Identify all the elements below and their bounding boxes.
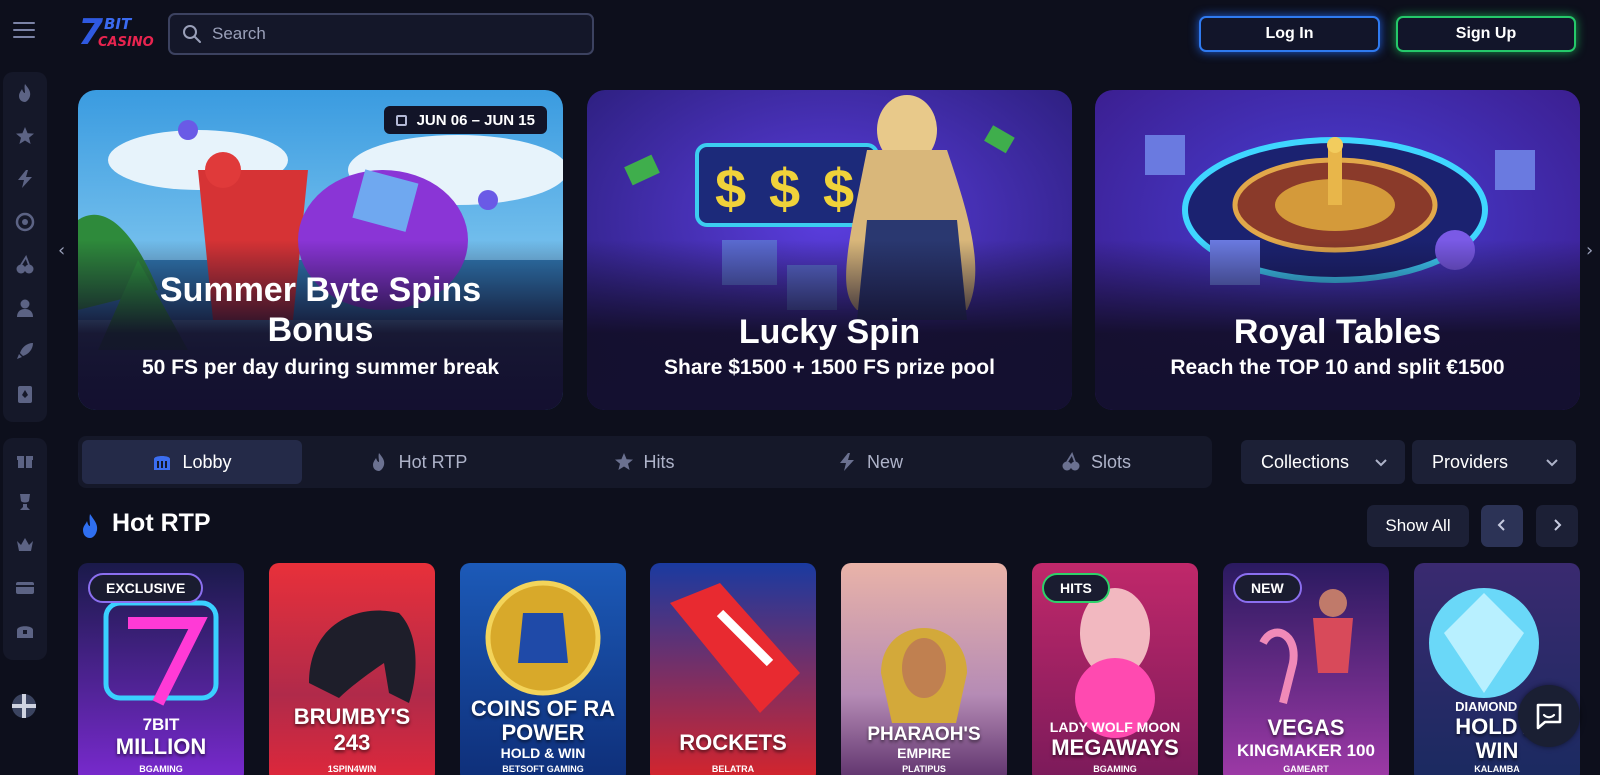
- search-box[interactable]: [168, 13, 594, 55]
- lightning-icon: [839, 453, 854, 471]
- game-title-line2: EMPIRE: [897, 745, 951, 761]
- tab-hot-rtp[interactable]: Hot RTP: [308, 440, 528, 484]
- game-title: ROCKETS: [679, 730, 787, 755]
- rocket-icon[interactable]: [3, 330, 47, 373]
- game-title: BRUMBY'S: [293, 704, 411, 729]
- tab-lobby[interactable]: Lobby: [82, 440, 302, 484]
- banner-title: Royal Tables: [1233, 313, 1442, 351]
- game-provider: BETSOFT GAMING: [502, 764, 584, 774]
- banner-subtitle: 50 FS per day during summer break: [141, 356, 500, 379]
- category-tabs: Lobby Hot RTP Hits New Slots: [78, 436, 1212, 488]
- sidebar-rewards: [3, 438, 47, 660]
- game-title-line2: 243: [333, 730, 371, 755]
- carousel-prev-button[interactable]: [1481, 505, 1523, 547]
- gift-icon[interactable]: [3, 438, 47, 481]
- live-chat-button[interactable]: [1518, 685, 1580, 747]
- calendar-icon: [395, 114, 407, 126]
- left-sidebar: [0, 68, 56, 775]
- sidebar-categories: [3, 72, 47, 422]
- banner-next-arrow-icon[interactable]: ›: [1586, 240, 1600, 261]
- game-title: VEGAS: [1267, 715, 1345, 740]
- date-badge: JUN 06 – JUN 15: [383, 106, 547, 134]
- game-title-line2: MEGAWAYS: [1051, 735, 1179, 760]
- crown-icon[interactable]: [3, 524, 47, 567]
- new-badge: NEW: [1233, 573, 1302, 603]
- uk-flag-icon[interactable]: [12, 694, 36, 718]
- banner-title: Lucky Spin: [738, 313, 921, 351]
- show-all-button[interactable]: Show All: [1367, 505, 1469, 547]
- signup-button[interactable]: Sign Up: [1396, 16, 1576, 52]
- svg-text:$: $: [715, 157, 746, 220]
- chevron-left-icon: [1497, 518, 1505, 531]
- game-card[interactable]: PHARAOH'S EMPIRE PLATIPUS: [841, 563, 1007, 775]
- game-provider: BELATRA: [711, 764, 755, 774]
- cherries-icon: [1062, 452, 1080, 471]
- banner-subtitle: Share $1500 + 1500 FS prize pool: [664, 356, 995, 379]
- chevron-down-icon: [1546, 459, 1558, 467]
- game-title: COINS OF RA: [470, 696, 616, 721]
- game-provider: GAMEART: [1283, 764, 1329, 774]
- game-title-line2: MILLION: [115, 734, 207, 759]
- 7bit-casino-logo[interactable]: 7 BIT CASINO: [78, 13, 154, 55]
- game-provider: 1SPIN4WIN: [327, 764, 377, 774]
- game-provider: PLATIPUS: [902, 764, 946, 774]
- game-title-line2: POWER: [501, 720, 585, 745]
- tab-new[interactable]: New: [760, 440, 980, 484]
- game-card[interactable]: COINS OF RA POWER HOLD & WIN BETSOFT GAM…: [460, 563, 626, 775]
- lightning-icon[interactable]: [3, 158, 47, 201]
- svg-text:$: $: [769, 157, 800, 220]
- lobby-icon: [154, 456, 171, 470]
- chat-bubble-icon: [1536, 703, 1562, 730]
- game-title: PHARAOH'S: [867, 724, 981, 745]
- cards-icon[interactable]: [3, 373, 47, 416]
- casino-page: 7 BIT CASINO Log In Sign Up: [0, 0, 1600, 775]
- game-card[interactable]: BRUMBY'S 243 1SPIN4WIN: [269, 563, 435, 775]
- chevron-down-icon: [1375, 459, 1387, 467]
- tab-slots[interactable]: Slots: [986, 440, 1206, 484]
- target-icon[interactable]: [3, 201, 47, 244]
- game-card[interactable]: ROCKETS BELATRA: [650, 563, 816, 775]
- star-icon: [614, 453, 633, 470]
- exclusive-badge: EXCLUSIVE: [88, 573, 204, 603]
- game-provider: BGAMING: [1093, 764, 1137, 774]
- game-title: 7BIT: [142, 715, 180, 734]
- banner-title-line2: Bonus: [267, 311, 374, 349]
- search-input[interactable]: [212, 24, 572, 44]
- fire-icon: [372, 453, 384, 471]
- cherries-icon[interactable]: [3, 244, 47, 287]
- blue-flame-icon: [83, 514, 98, 538]
- banner-subtitle: Reach the TOP 10 and split €1500: [1170, 356, 1505, 379]
- login-button[interactable]: Log In: [1199, 16, 1380, 52]
- collections-dropdown[interactable]: Collections: [1241, 440, 1405, 484]
- section-title: Hot RTP: [112, 509, 211, 537]
- banner-title: Summer Byte Spins: [159, 271, 482, 309]
- promo-banner-royal-tables[interactable]: Royal Tables Reach the TOP 10 and split …: [1095, 90, 1580, 410]
- hits-badge: HITS: [1042, 573, 1110, 603]
- game-title-line2: KINGMAKER 100: [1237, 741, 1375, 760]
- banner-prev-arrow-icon[interactable]: ‹: [58, 240, 72, 261]
- game-title-line3: HOLD & WIN: [500, 745, 586, 761]
- hamburger-menu-icon[interactable]: [13, 22, 35, 44]
- game-card[interactable]: HITS LADY WOLF MOON MEGAWAYS BGAMING: [1032, 563, 1198, 775]
- star-icon[interactable]: [3, 115, 47, 158]
- fire-icon[interactable]: [3, 72, 47, 115]
- chest-icon[interactable]: [3, 610, 47, 653]
- trophy-icon[interactable]: [3, 481, 47, 524]
- top-header: 7 BIT CASINO Log In Sign Up: [0, 0, 1600, 68]
- svg-text:$: $: [823, 157, 854, 220]
- game-card[interactable]: EXCLUSIVE 7BIT MILLION BGAMING: [78, 563, 244, 775]
- game-provider: BGAMING: [139, 764, 183, 774]
- providers-dropdown[interactable]: Providers: [1412, 440, 1576, 484]
- card-icon[interactable]: [3, 567, 47, 610]
- dealer-icon[interactable]: [3, 287, 47, 330]
- promo-banner-lucky-spin[interactable]: $ $ $ Lucky Spin Share $1500 + 1500 FS p…: [587, 90, 1072, 410]
- game-title: LADY WOLF MOON: [1049, 719, 1181, 735]
- carousel-next-button[interactable]: [1536, 505, 1578, 547]
- game-card[interactable]: NEW VEGAS KINGMAKER 100 GAMEART: [1223, 563, 1389, 775]
- game-provider: KALAMBA: [1474, 764, 1520, 774]
- search-icon: [183, 25, 201, 43]
- promo-banner-summer[interactable]: JUN 06 – JUN 15 Summer Byte Spins Bonus …: [78, 90, 563, 410]
- tab-hits[interactable]: Hits: [534, 440, 754, 484]
- chevron-right-icon: [1554, 518, 1562, 531]
